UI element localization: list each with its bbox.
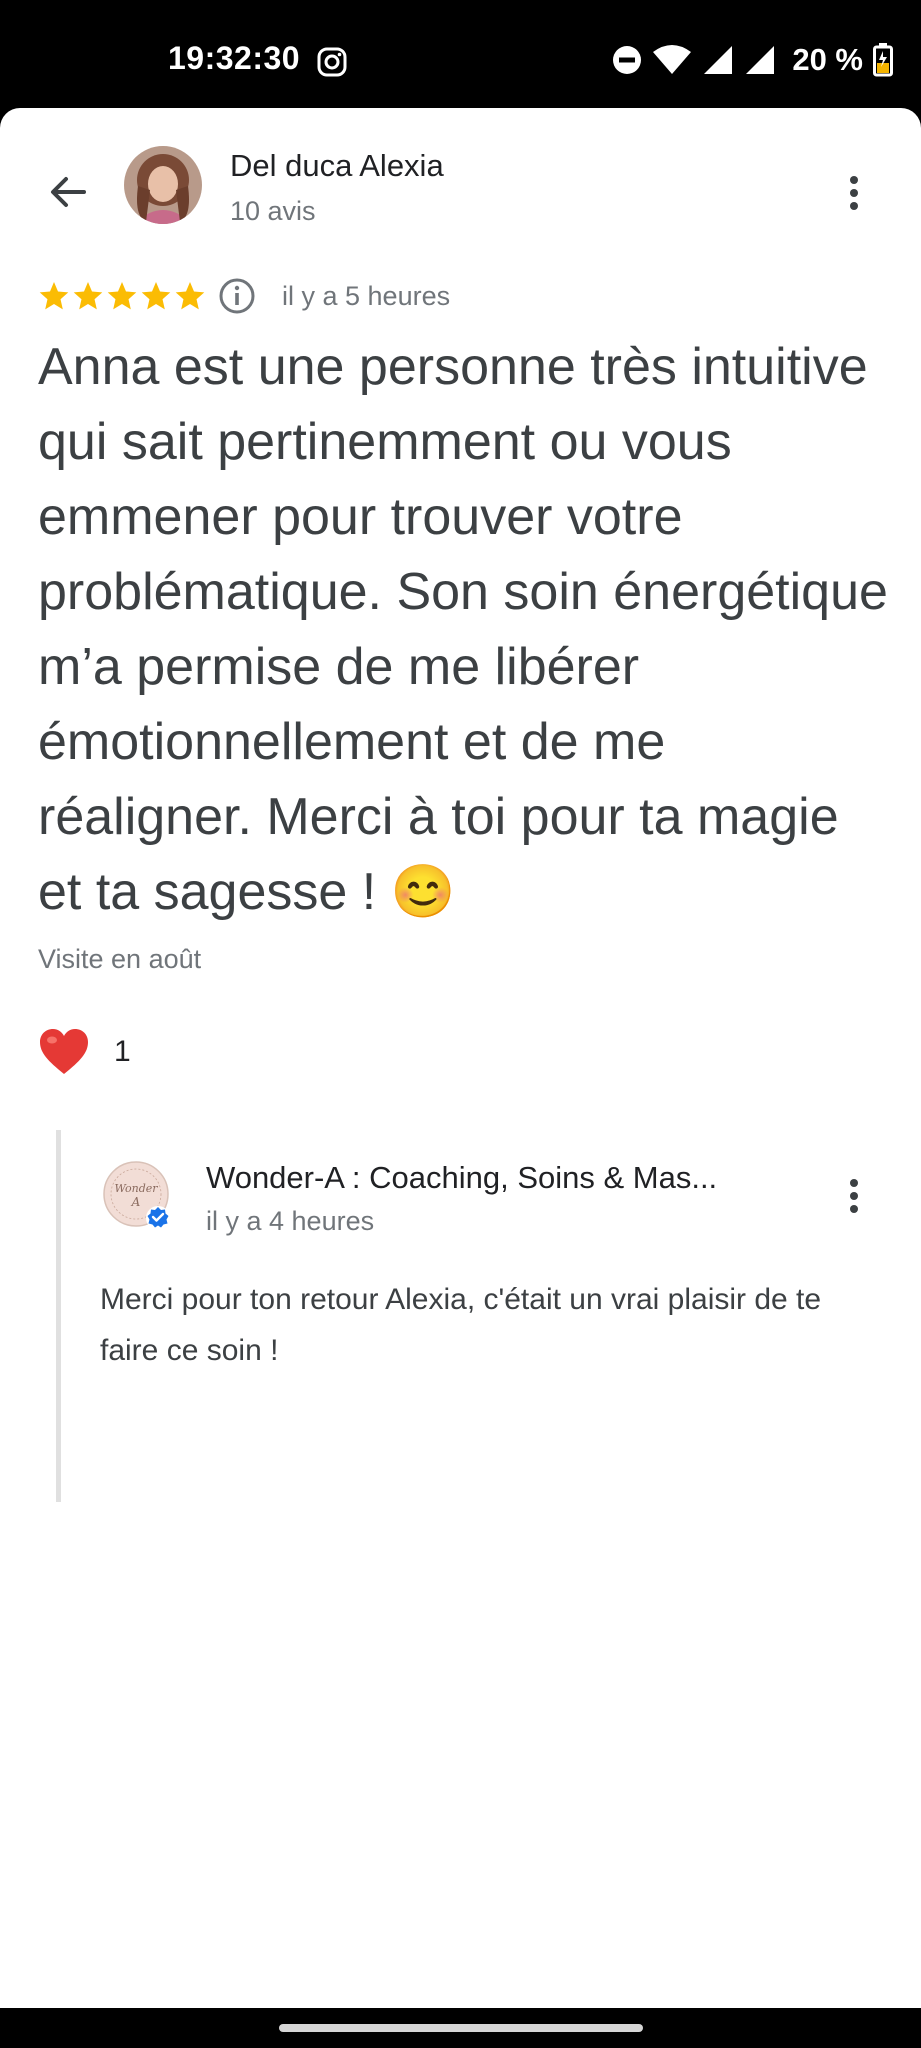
- visit-date: Visite en août: [38, 944, 202, 974]
- owner-avatar[interactable]: Wonder A: [102, 1160, 174, 1232]
- review-text: Anna est une personne très intuitive qui…: [38, 338, 888, 921]
- gesture-handle[interactable]: [279, 2024, 643, 2032]
- signal-icon: [746, 46, 775, 74]
- star-icon: [141, 282, 171, 310]
- author-review-count: 10 avis: [230, 196, 316, 226]
- more-vert-icon: [850, 176, 858, 210]
- review-time: il y a 5 heures: [282, 280, 451, 311]
- back-arrow-icon: [51, 177, 86, 207]
- star-icon: [73, 282, 103, 310]
- svg-text:Wonder: Wonder: [114, 1182, 158, 1195]
- status-bar: 19:32:30 20 %: [0, 0, 921, 108]
- owner-reply-text: Merci pour ton retour Alexia, c'était un…: [100, 1283, 822, 1367]
- review-sheet: Del duca Alexia 10 avis il y a 5 heures …: [0, 108, 921, 2008]
- battery-percent: 20 %: [792, 42, 863, 77]
- review-more-options-button[interactable]: [834, 163, 874, 223]
- rating-row: il y a 5 heures: [38, 276, 450, 316]
- like-button[interactable]: 1: [38, 1022, 131, 1082]
- owner-name[interactable]: Wonder-A : Coaching, Soins & Mas...: [206, 1160, 806, 1196]
- author-name[interactable]: Del duca Alexia: [230, 148, 444, 184]
- status-icons: 20 %: [612, 40, 893, 80]
- back-button[interactable]: [40, 164, 96, 220]
- svg-text:A: A: [131, 1195, 141, 1209]
- more-vert-icon: [850, 1179, 858, 1213]
- wifi-icon: [653, 45, 692, 74]
- signal-icon: [704, 46, 733, 74]
- info-icon[interactable]: [218, 277, 256, 315]
- reply-more-options-button[interactable]: [834, 1166, 874, 1226]
- like-count: 1: [114, 1035, 131, 1068]
- do-not-disturb-icon: [613, 46, 642, 74]
- star-icon: [39, 282, 69, 310]
- star-icon: [175, 282, 205, 310]
- instagram-icon: [317, 47, 347, 77]
- reply-divider: [56, 1130, 61, 1502]
- star-rating: [38, 280, 206, 312]
- heart-icon: [40, 1029, 88, 1074]
- status-time: 19:32:30: [168, 40, 301, 76]
- star-icon: [107, 282, 137, 310]
- battery-charging-icon: [873, 43, 893, 77]
- author-avatar[interactable]: [124, 146, 202, 224]
- owner-reply-time: il y a 4 heures: [206, 1206, 375, 1236]
